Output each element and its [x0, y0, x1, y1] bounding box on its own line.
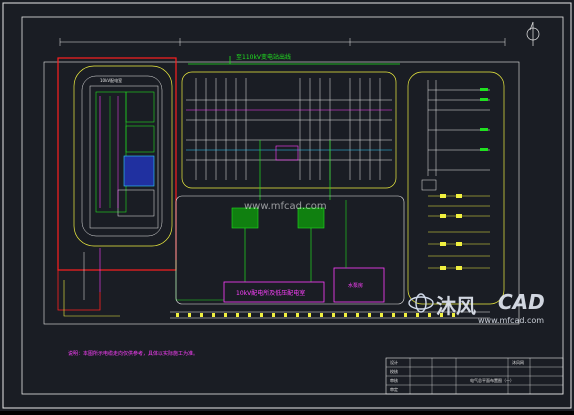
brand-url: www.mfcad.com — [478, 316, 545, 325]
central-switchgear-zone — [181, 71, 397, 200]
brand-logo-icon — [408, 293, 434, 313]
title-block-row-1: 设计 — [390, 360, 398, 365]
right-distribution-zone — [407, 71, 505, 305]
left-cable-route — [57, 248, 224, 317]
brand-name-en: CAD — [498, 290, 545, 314]
site-boundary — [43, 61, 520, 325]
title-block-row-4: 审定 — [390, 387, 398, 392]
left-building — [57, 57, 177, 271]
center-url-watermark: www.mfcad.com — [244, 201, 327, 212]
brand-watermark: 沐风 CAD www.mfcad.com — [408, 290, 568, 330]
title-block-title: 电气总平面布置图（一） — [470, 378, 514, 383]
brand-name-cn: 沐风 — [436, 294, 476, 318]
title-block-logo: 沐风网 — [512, 360, 524, 365]
note-text: 说明：本图所示电缆走向仅供参考，具体以实际施工为准。 — [68, 351, 199, 357]
top-feeder-line — [188, 56, 400, 65]
cad-drawing-canvas: 至110kV变电站出线 10kV配电室 10kV配电所及低压配电室 水泵房 ww… — [0, 0, 574, 411]
north-arrow-icon — [526, 21, 540, 46]
title-block-row-2: 校核 — [390, 369, 398, 374]
left-substation-label: 10kV配电室 — [100, 78, 123, 83]
right-box-label: 水泵房 — [348, 283, 364, 289]
bus-label: 10kV配电所及低压配电室 — [236, 290, 306, 297]
top-feeder-label: 至110kV变电站出线 — [236, 54, 292, 61]
dimension-line-top — [59, 38, 506, 46]
title-block — [385, 357, 564, 395]
title-block-row-3: 审核 — [390, 378, 398, 383]
